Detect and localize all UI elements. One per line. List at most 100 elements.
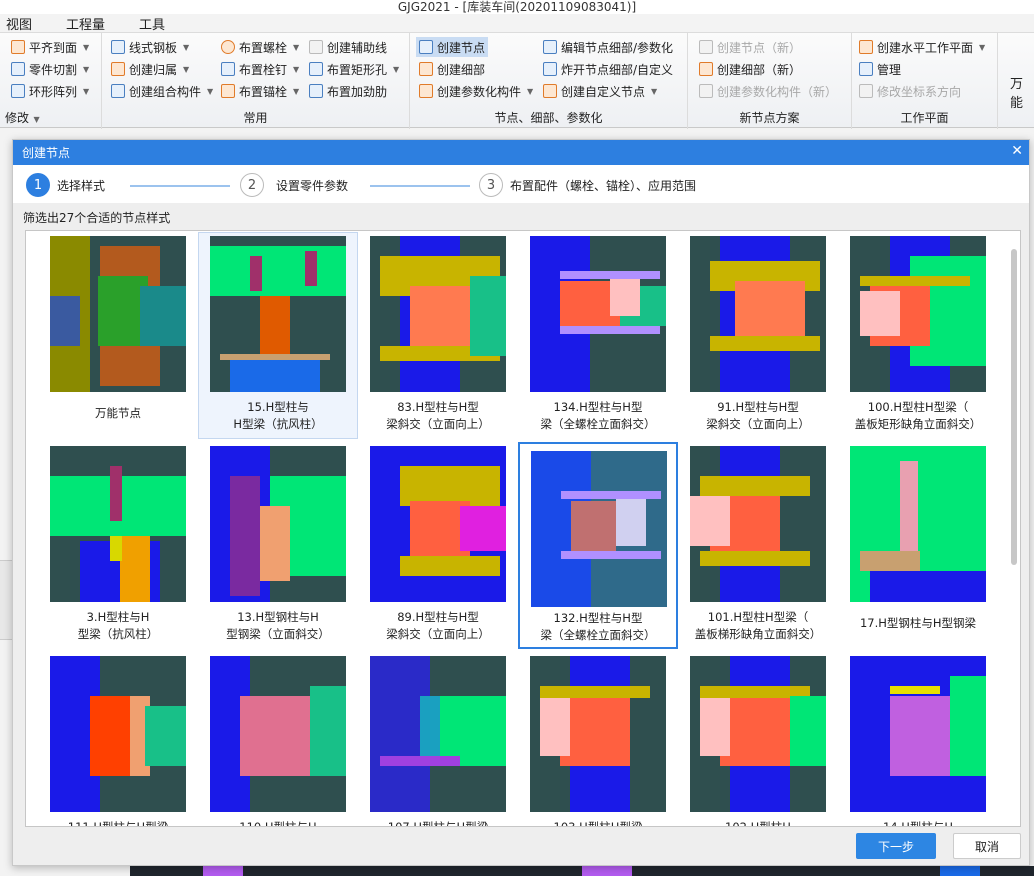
- node-thumbnail: [210, 236, 346, 392]
- rect-hole-button[interactable]: 布置矩形孔 ▼: [306, 59, 402, 79]
- create-detail-new-button[interactable]: 创建细部（新）: [696, 59, 804, 79]
- create-parametric-button[interactable]: 创建参数化构件 ▼: [416, 81, 536, 101]
- node-style-item[interactable]: 100.H型柱H型梁（ 盖板矩形缺角立面斜交）: [838, 232, 998, 439]
- node-style-label: 103.H型柱H型梁: [553, 820, 643, 827]
- node-style-item[interactable]: 13.H型钢柱与H 型钢梁（立面斜交）: [198, 442, 358, 649]
- node-style-label: 13.H型钢柱与H 型钢梁（立面斜交）: [226, 610, 330, 641]
- node-thumbnail: [850, 236, 986, 392]
- step-connector: [370, 185, 470, 187]
- line-plate-button[interactable]: 线式钢板 ▼: [108, 37, 192, 57]
- node-thumbnail: [370, 236, 506, 392]
- node-style-item[interactable]: 91.H型柱与H型 梁斜交（立面向上）: [678, 232, 838, 439]
- place-bolt-button[interactable]: 布置螺栓 ▼: [218, 37, 302, 57]
- step-connector: [130, 185, 230, 187]
- node-style-item[interactable]: 万能节点: [38, 232, 198, 439]
- explode-node-button[interactable]: 炸开节点细部/自定义: [540, 59, 676, 79]
- thumbnail-part: [250, 256, 262, 291]
- thumbnail-part: [230, 476, 260, 596]
- background-panel: [0, 560, 12, 640]
- node-thumbnail: [50, 446, 186, 602]
- node-thumbnail: [690, 236, 826, 392]
- node-style-item[interactable]: 17.H型钢柱与H型钢梁: [838, 442, 998, 649]
- create-node-button[interactable]: 创建节点: [416, 37, 489, 57]
- step-2-label: 设置零件参数: [276, 179, 349, 193]
- detail-icon: [419, 62, 433, 76]
- node-style-item[interactable]: 15.H型柱与 H型梁（抗风柱）: [198, 232, 358, 439]
- align-face-button[interactable]: 平齐到面 ▼: [8, 37, 92, 57]
- aux-line-button[interactable]: 创建辅助线: [306, 37, 390, 57]
- node-style-label: 101.H型柱H型梁（ 盖板梯形缺角立面斜交）: [694, 610, 822, 641]
- part-cut-button[interactable]: 零件切割 ▼: [8, 59, 92, 79]
- manage-button[interactable]: 管理: [856, 59, 904, 79]
- node-style-item[interactable]: 89.H型柱与H型 梁斜交（立面向上）: [358, 442, 518, 649]
- thumbnail-part: [860, 291, 900, 336]
- node-style-label: 89.H型柱与H型 梁斜交（立面向上）: [386, 610, 490, 641]
- next-button[interactable]: 下一步: [856, 833, 936, 859]
- edit-node-button[interactable]: 编辑节点细部/参数化: [540, 37, 676, 57]
- node-style-item[interactable]: 83.H型柱与H型 梁斜交（立面向上）: [358, 232, 518, 439]
- thumbnail-part: [571, 501, 616, 551]
- thumbnail-part: [720, 696, 790, 766]
- create-workplane-button[interactable]: 创建水平工作平面 ▼: [856, 37, 988, 57]
- create-node-dialog: 创建节点 ✕ 1 选择样式 2 设置零件参数 3 布置配件（螺栓、锚栓）、应用范…: [12, 139, 1030, 866]
- menu-quantity[interactable]: 工程量: [60, 13, 121, 33]
- node-style-item[interactable]: 110.H型柱与H: [198, 652, 358, 826]
- create-node-new-button[interactable]: 创建节点（新）: [696, 37, 804, 57]
- thumbnail-part: [890, 686, 940, 694]
- model-member: [203, 866, 243, 876]
- node-style-item[interactable]: 14.H型柱与H: [838, 652, 998, 826]
- group-workplane-label: 工作平面: [900, 111, 949, 125]
- node-thumbnail: [370, 656, 506, 812]
- edit-node-icon: [543, 40, 557, 54]
- scrollbar[interactable]: [1011, 249, 1017, 565]
- window-title: GJG2021 - [库装车间(20201109083041)]: [0, 0, 1034, 14]
- node-style-item[interactable]: 111.H型柱与H型梁: [38, 652, 198, 826]
- group-newnode-label: 新节点方案: [739, 111, 800, 125]
- thumbnail-part: [210, 246, 346, 296]
- group-newnode: 创建节点（新） 创建细部（新） 创建参数化构件（新） 新节点方案: [688, 33, 852, 129]
- create-owner-button[interactable]: 创建归属 ▼: [108, 59, 192, 79]
- thumbnail-part: [540, 696, 570, 756]
- node-style-label: 83.H型柱与H型 梁斜交（立面向上）: [386, 400, 490, 431]
- node-style-item[interactable]: 132.H型柱与H型 梁（全螺栓立面斜交）: [518, 442, 678, 649]
- group-modify: 平齐到面 ▼ 零件切割 ▼ 环形阵列 ▼ 修改 ▼: [0, 33, 102, 129]
- create-parametric-new-button[interactable]: 创建参数化构件（新）: [696, 81, 840, 101]
- node-style-item[interactable]: 101.H型柱H型梁（ 盖板梯形缺角立面斜交）: [678, 442, 838, 649]
- group-modify-label[interactable]: 修改 ▼: [5, 109, 101, 126]
- thumbnail-part: [50, 296, 80, 346]
- thumbnail-part: [710, 336, 820, 351]
- stiffener-button[interactable]: 布置加劲肋: [306, 81, 390, 101]
- node-style-item[interactable]: 134.H型柱与H型 梁（全螺栓立面斜交）: [518, 232, 678, 439]
- thumbnail-part: [460, 506, 506, 551]
- custom-node-button[interactable]: 创建自定义节点 ▼: [540, 81, 660, 101]
- place-stud-button[interactable]: 布置栓钉 ▼: [218, 59, 302, 79]
- node-style-item[interactable]: 103.H型柱H型梁: [518, 652, 678, 827]
- node-thumbnail: [210, 656, 346, 812]
- node-thumbnail: [690, 656, 826, 812]
- thumbnail-part: [610, 276, 640, 316]
- create-assembly-button[interactable]: 创建组合构件 ▼: [108, 81, 216, 101]
- node-thumbnail: [850, 656, 986, 812]
- circular-array-button[interactable]: 环形阵列 ▼: [8, 81, 92, 101]
- universal-button[interactable]: 万能: [1010, 73, 1034, 111]
- node-icon: [419, 40, 433, 54]
- node-style-item[interactable]: 107.H型柱与H型梁: [358, 652, 518, 826]
- node-style-item[interactable]: 102.H型柱H: [678, 652, 838, 827]
- thumbnail-part: [950, 676, 986, 776]
- modify-coords-button[interactable]: 修改坐标系方向: [856, 81, 964, 101]
- menu-view[interactable]: 视图: [0, 13, 48, 33]
- rect-hole-icon: [309, 62, 323, 76]
- close-icon[interactable]: ✕: [1011, 143, 1023, 159]
- thumbnail-part: [560, 271, 660, 279]
- menu-tools[interactable]: 工具: [133, 13, 181, 33]
- thumbnail-part: [540, 686, 650, 698]
- cancel-button[interactable]: 取消: [953, 833, 1021, 859]
- node-thumbnail: [210, 446, 346, 602]
- node-style-label: 3.H型柱与H 型梁（抗风柱）: [77, 610, 159, 641]
- create-detail-button[interactable]: 创建细部: [416, 59, 488, 79]
- node-style-label: 102.H型柱H: [725, 820, 791, 827]
- node-style-item[interactable]: 3.H型柱与H 型梁（抗风柱）: [38, 442, 198, 649]
- filter-summary: 筛选出27个合适的节点样式: [23, 211, 171, 225]
- place-anchor-button[interactable]: 布置锚栓 ▼: [218, 81, 302, 101]
- node-thumbnail: [50, 236, 186, 392]
